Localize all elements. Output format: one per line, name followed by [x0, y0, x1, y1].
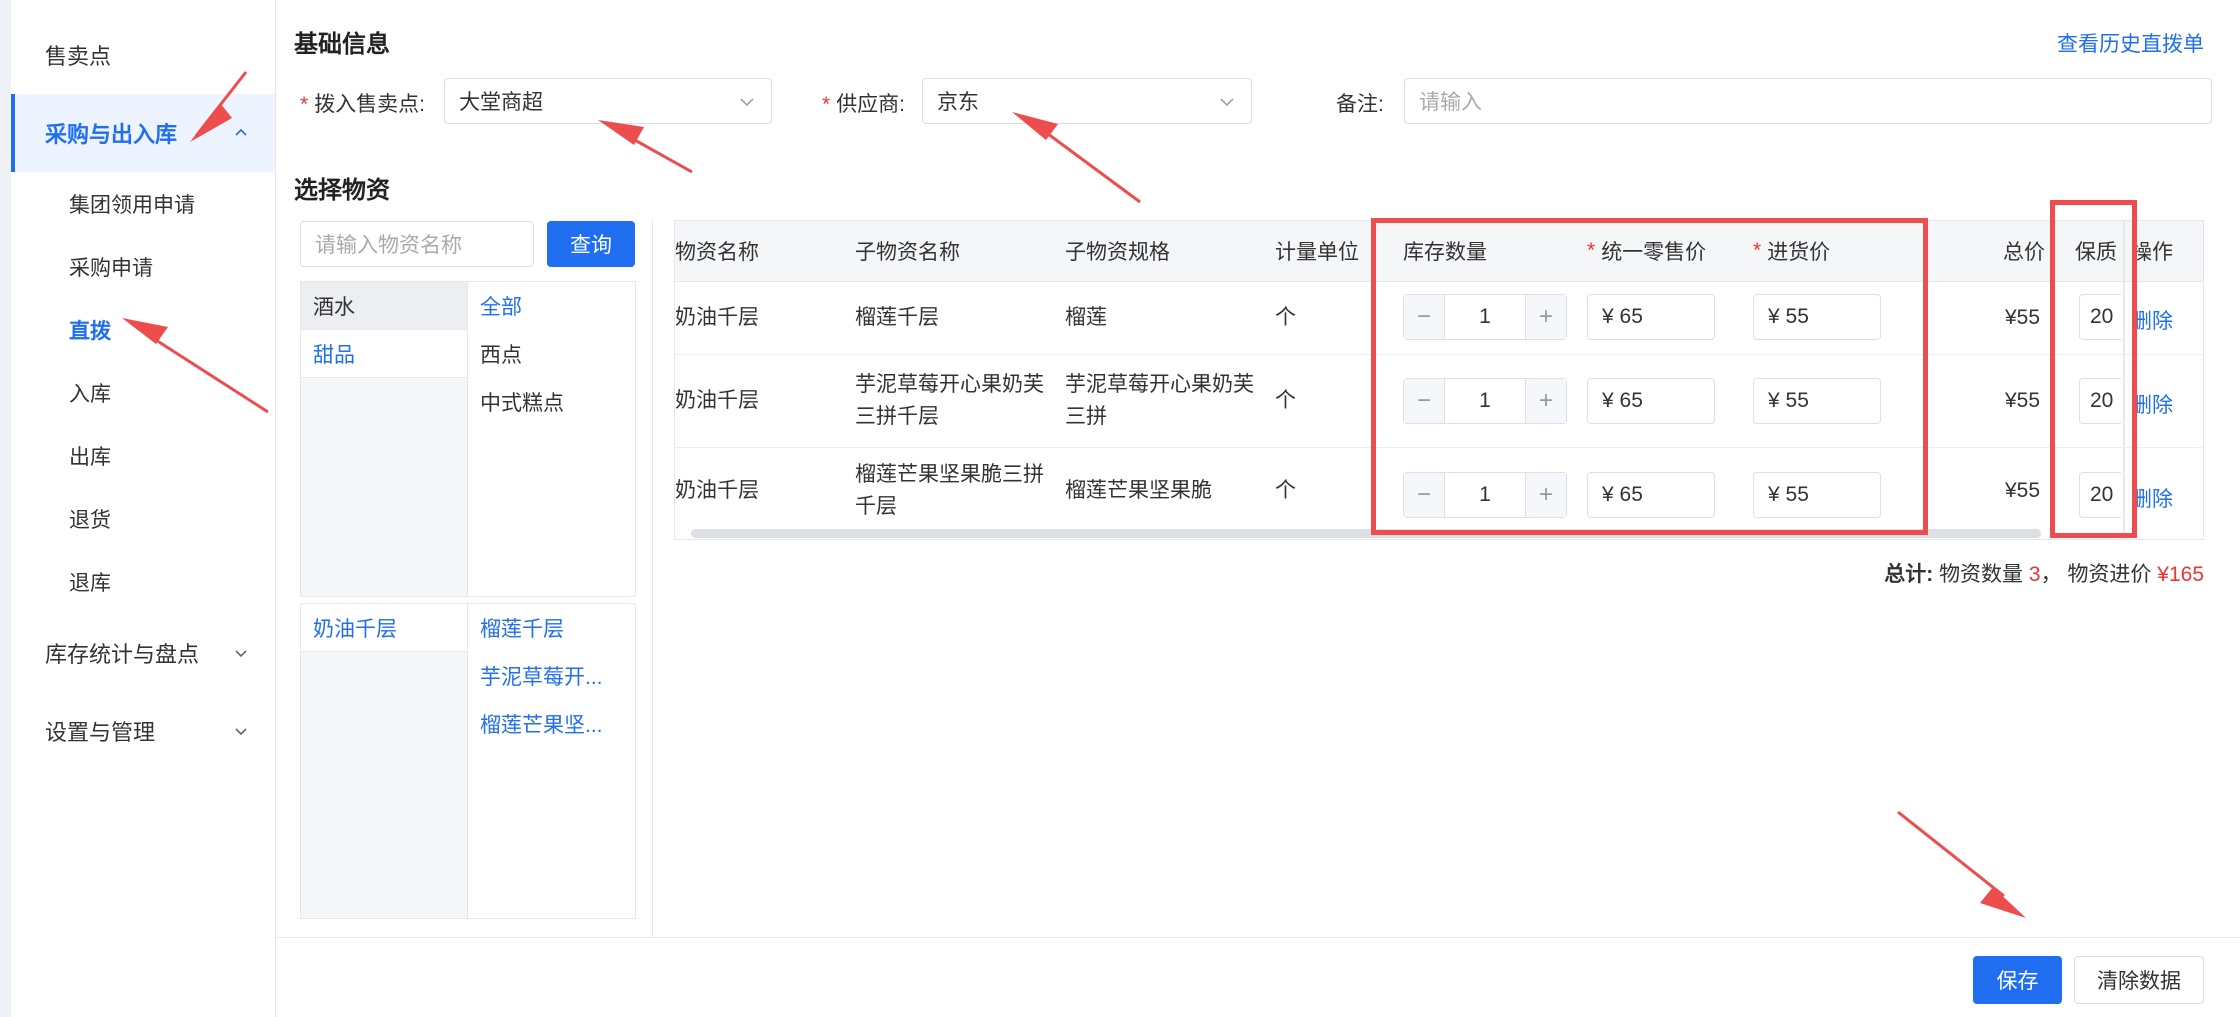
- arrow-head-direct-transfer: [122, 318, 168, 344]
- annotation-arrows: [122, 71, 2026, 918]
- arrow-head-sidebar-group: [190, 103, 232, 142]
- arrow-head-save: [1980, 887, 2026, 918]
- arrow-group: [122, 71, 2026, 918]
